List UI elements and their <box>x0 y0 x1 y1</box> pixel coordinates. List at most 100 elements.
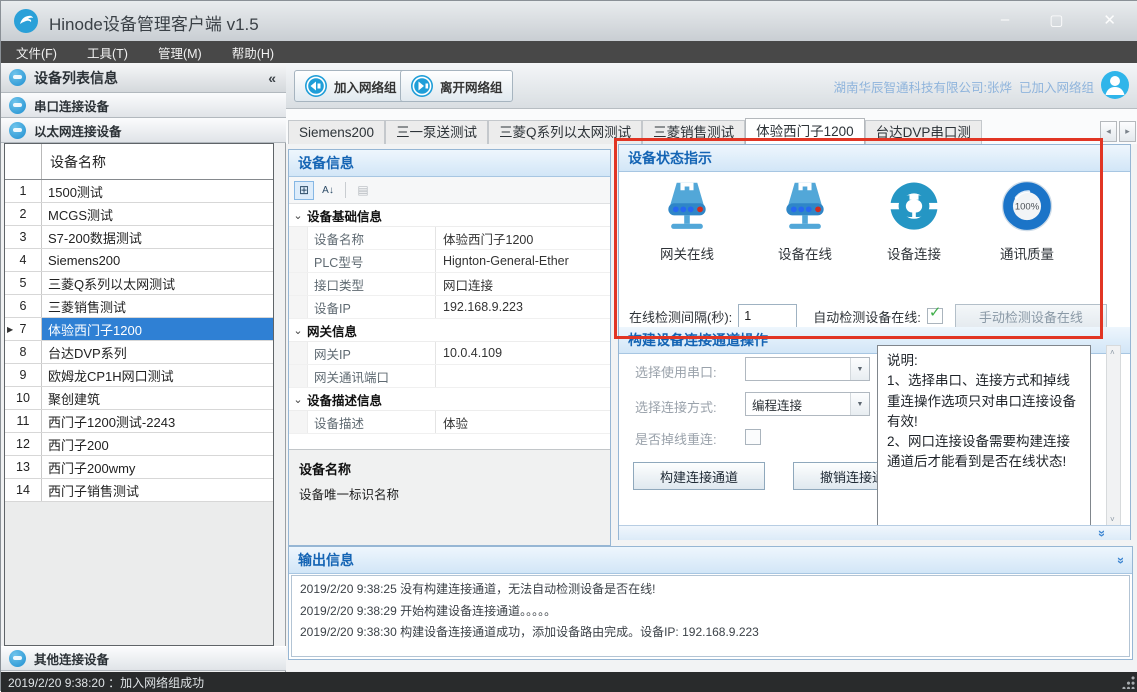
property-row[interactable]: 网关IP10.0.4.109 <box>289 342 610 365</box>
indicator-device-online: 设备在线 <box>753 179 857 263</box>
device-table: 设备名称 11500测试 2MCGS测试 3S7-200数据测试 4Siemen… <box>4 143 274 646</box>
tab-siemens200[interactable]: Siemens200 <box>288 120 385 144</box>
sidebar-title: 设备列表信息 <box>34 68 118 88</box>
section-other-devices[interactable]: 其他连接设备 <box>1 646 286 671</box>
network-status-label: 已加入网络组 <box>1019 81 1094 95</box>
property-row[interactable]: 设备名称体验西门子1200 <box>289 227 610 250</box>
category-basic-info[interactable]: ⌄ 设备基础信息 <box>289 204 610 227</box>
table-row[interactable]: 2MCGS测试 <box>5 203 273 226</box>
categorized-view-icon[interactable]: ⊞ <box>294 181 314 200</box>
menu-manage[interactable]: 管理(M) <box>143 43 217 62</box>
menu-help[interactable]: 帮助(H) <box>217 43 289 62</box>
other-section-label: 其他连接设备 <box>34 649 109 668</box>
sort-az-icon[interactable]: A↓ <box>318 181 338 200</box>
dropdown-arrow-icon[interactable]: ▼ <box>850 393 869 415</box>
table-row-selected[interactable]: ▶7 体验西门子1200 <box>5 318 273 341</box>
interval-input[interactable] <box>738 304 797 328</box>
log-line: 2019/2/20 9:38:29 开始构建设备连接通道。。。。。 <box>300 601 1121 623</box>
selected-property-description: 设备唯一标识名称 <box>299 484 600 503</box>
table-row[interactable]: 4Siemens200 <box>5 249 273 272</box>
comm-quality-label: 通讯质量 <box>975 243 1079 263</box>
gateway-online-label: 网关在线 <box>635 243 739 263</box>
resize-grip[interactable] <box>1122 676 1135 689</box>
ethernet-section-icon <box>9 122 26 139</box>
category-description-info[interactable]: ⌄ 设备描述信息 <box>289 388 610 411</box>
table-row[interactable]: 13西门子200wmy <box>5 456 273 479</box>
tab-siemens1200-active[interactable]: 体验西门子1200 <box>745 118 865 144</box>
output-collapse-icon[interactable]: « <box>1112 556 1127 563</box>
leave-network-button[interactable]: 离开网络组 <box>400 70 513 102</box>
tab-delta-dvp[interactable]: 台达DVP串口测 <box>865 120 982 144</box>
window-title: Hinode设备管理客户端 v1.5 <box>49 10 259 35</box>
device-info-header: 设备信息 <box>289 150 610 177</box>
panel-collapse-bar[interactable]: « <box>619 525 1130 540</box>
tab-scroll-left-icon[interactable]: ◂ <box>1100 121 1117 142</box>
table-row[interactable]: 10聚创建筑 <box>5 387 273 410</box>
menu-file[interactable]: 文件(F) <box>1 43 72 62</box>
device-connect-label: 设备连接 <box>862 243 966 263</box>
property-row[interactable]: 设备IP192.168.9.223 <box>289 296 610 319</box>
property-row[interactable]: 接口类型网口连接 <box>289 273 610 296</box>
output-panel-title: 输出信息 <box>298 550 354 570</box>
device-online-icon <box>775 179 835 235</box>
reconnect-checkbox[interactable] <box>745 429 761 445</box>
table-row[interactable]: 5三菱Q系列以太网测试 <box>5 272 273 295</box>
note-line-2: 2、网口连接设备需要构建连接通道后才能看到是否在线状态! <box>887 432 1081 473</box>
serial-select-combo[interactable]: ▼ <box>745 357 870 381</box>
table-row[interactable]: 11西门子1200测试-2243 <box>5 410 273 433</box>
table-row[interactable]: 6三菱销售测试 <box>5 295 273 318</box>
table-row[interactable]: 12西门子200 <box>5 433 273 456</box>
section-ethernet-devices[interactable]: 以太网连接设备 <box>1 118 286 143</box>
serial-select-label: 选择使用串口: <box>635 362 717 381</box>
detect-controls-row: 在线检测间隔(秒): 自动检测设备在线: ✓ 手动检测设备在线 <box>629 303 1107 329</box>
indicator-device-connect: 设备连接 <box>862 179 966 263</box>
instructions-box: 说明: 1、选择串口、连接方式和掉线重连操作选项只对串口连接设备有效! 2、网口… <box>877 345 1091 527</box>
manual-detect-button[interactable]: 手动检测设备在线 <box>955 304 1107 329</box>
scroll-down-icon[interactable]: ˅ <box>1110 515 1115 524</box>
category-expand-icon[interactable]: ⌄ <box>289 393 307 406</box>
device-online-label: 设备在线 <box>753 243 857 263</box>
device-name-header: 设备名称 <box>42 144 273 179</box>
table-row[interactable]: 3S7-200数据测试 <box>5 226 273 249</box>
property-row[interactable]: PLC型号Hignton-General-Ether <box>289 250 610 273</box>
collapse-down-icon[interactable]: « <box>1093 530 1108 537</box>
property-row[interactable]: 网关通讯端口 <box>289 365 610 388</box>
property-grid: ⌄ 设备基础信息 设备名称体验西门子1200 PLC型号Hignton-Gene… <box>289 204 610 449</box>
tab-scroll-right-icon[interactable]: ▸ <box>1119 121 1136 142</box>
leave-network-icon <box>410 74 434 98</box>
output-panel: 输出信息 « 2019/2/20 9:38:25 没有构建连接通道，无法自动检测… <box>288 546 1133 660</box>
category-expand-icon[interactable]: ⌄ <box>289 324 307 337</box>
device-status-panel: 设备状态指示 网关在线 <box>618 144 1131 540</box>
minimize-button[interactable]: – <box>1001 11 1009 29</box>
category-expand-icon[interactable]: ⌄ <box>289 209 307 222</box>
table-row[interactable]: 9欧姆龙CP1H网口测试 <box>5 364 273 387</box>
panel-scrollbar[interactable]: ˄ ˅ <box>1106 345 1121 527</box>
table-row[interactable]: 11500测试 <box>5 180 273 203</box>
table-row[interactable]: 14西门子销售测试 <box>5 479 273 502</box>
build-channel-button[interactable]: 构建连接通道 <box>633 462 765 490</box>
table-row[interactable]: 8台达DVP系列 <box>5 341 273 364</box>
mode-select-combo[interactable]: 编程连接 ▼ <box>745 392 870 416</box>
join-network-button[interactable]: 加入网络组 <box>294 70 407 102</box>
dropdown-arrow-icon[interactable]: ▼ <box>850 358 869 380</box>
category-gateway-info[interactable]: ⌄ 网关信息 <box>289 319 610 342</box>
menu-tools[interactable]: 工具(T) <box>72 43 143 62</box>
maximize-button[interactable]: ▢ <box>1049 11 1063 29</box>
auto-detect-label: 自动检测设备在线: <box>813 307 921 326</box>
property-row[interactable]: 设备描述体验 <box>289 411 610 434</box>
tab-mitsubishi-q[interactable]: 三菱Q系列以太网测试 <box>488 120 642 144</box>
device-list-sidebar: 设备列表信息 « 串口连接设备 以太网连接设备 设备名称 11500测试 2MC… <box>1 63 286 672</box>
note-title: 说明: <box>887 351 1081 371</box>
tab-sany-pump[interactable]: 三一泵送测试 <box>385 120 488 144</box>
company-user-label: 湖南华辰智通科技有限公司:张烨 <box>834 81 1012 95</box>
app-logo-icon <box>13 8 39 34</box>
close-button[interactable]: ✕ <box>1103 11 1116 29</box>
other-section-icon <box>9 650 26 667</box>
user-avatar-icon[interactable] <box>1100 70 1130 100</box>
scroll-up-icon[interactable]: ˄ <box>1110 348 1115 357</box>
auto-detect-checkbox[interactable]: ✓ <box>927 308 943 324</box>
status-panel-header: 设备状态指示 <box>619 145 1130 172</box>
section-serial-devices[interactable]: 串口连接设备 <box>1 93 286 118</box>
sidebar-collapse-icon[interactable]: « <box>268 70 276 86</box>
tab-mitsubishi-sales[interactable]: 三菱销售测试 <box>642 120 745 144</box>
